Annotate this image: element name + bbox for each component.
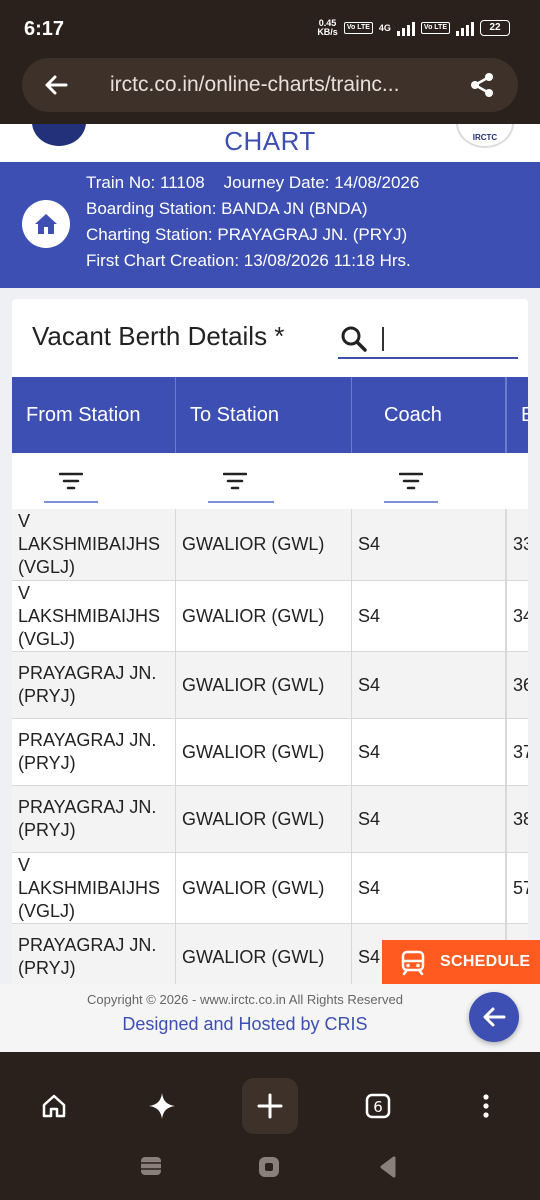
- schedule-button[interactable]: SCHEDULE: [382, 940, 540, 984]
- status-icons: 0.45 KB/s Vo LTE 4G Vo LTE 22: [317, 16, 510, 40]
- battery-icon: 22: [480, 20, 510, 36]
- cell-berth: 34: [506, 581, 528, 651]
- cell-coach: S4: [352, 652, 506, 718]
- filter-to-button[interactable]: [208, 465, 274, 503]
- home-button[interactable]: [22, 200, 70, 248]
- train-info-banner: Train No: 11108 Journey Date: 14/08/2026…: [0, 162, 540, 288]
- filter-from-button[interactable]: [44, 465, 98, 503]
- card-title: Vacant Berth Details *: [32, 321, 285, 351]
- cell-coach: S4: [352, 853, 506, 923]
- train-number-journey-date: Train No: 11108 Journey Date: 14/08/2026: [86, 173, 420, 192]
- copyright-text: Copyright © 2026 - www.irctc.co.in All R…: [87, 992, 403, 1007]
- volte-badge-2: Vo LTE: [420, 22, 450, 34]
- cell-coach: S4: [352, 581, 506, 651]
- cell-to: GWALIOR (GWL): [176, 786, 352, 852]
- cell-to: GWALIOR (GWL): [176, 652, 352, 718]
- search-icon: [341, 326, 367, 352]
- cell-coach: S4: [352, 786, 506, 852]
- filter-row: [12, 453, 528, 509]
- home-outline-icon: [42, 1094, 66, 1118]
- table-row[interactable]: V LAKSHMIBAIJHS (VGLJ) GWALIOR (GWL) S4 …: [12, 581, 528, 652]
- cell-from: PRAYAGRAJ JN. (PRYJ): [12, 786, 176, 852]
- charting-station: Charting Station: PRAYAGRAJ JN. (PRYJ): [86, 225, 408, 244]
- sparkle-icon: [149, 1093, 175, 1119]
- footer: Copyright © 2026 - www.irctc.co.in All R…: [0, 984, 540, 1052]
- train-icon: [401, 950, 425, 976]
- table-row[interactable]: PRAYAGRAJ JN. (PRYJ) GWALIOR (GWL) S4 36: [12, 652, 528, 719]
- cell-berth: 57: [506, 853, 528, 923]
- cell-from: PRAYAGRAJ JN. (PRYJ): [12, 924, 176, 990]
- volte-badge: Vo LTE: [343, 22, 373, 34]
- home-key-icon[interactable]: [258, 1156, 280, 1183]
- signal-icon-2: [456, 20, 474, 36]
- table-row[interactable]: PRAYAGRAJ JN. (PRYJ) GWALIOR (GWL) S4 38: [12, 786, 528, 853]
- cell-to: GWALIOR (GWL): [176, 581, 352, 651]
- plus-icon: [257, 1093, 283, 1119]
- tabs-count: 6: [373, 1098, 383, 1116]
- overflow-menu-button[interactable]: [458, 1078, 514, 1134]
- back-key-icon[interactable]: [378, 1156, 398, 1183]
- search-input[interactable]: [378, 323, 518, 355]
- boarding-station: Boarding Station: BANDA JN (BNDA): [86, 199, 368, 218]
- cell-from: V LAKSHMIBAIJHS (VGLJ): [12, 853, 176, 923]
- filter-icon: [59, 472, 83, 490]
- table-header: From Station To Station Coach B: [12, 377, 528, 453]
- cell-to: GWALIOR (GWL): [176, 924, 352, 990]
- hosted-by-text[interactable]: Designed and Hosted by CRIS: [0, 1014, 490, 1035]
- share-icon[interactable]: [468, 71, 496, 99]
- filter-icon: [399, 472, 423, 490]
- header-to-station[interactable]: To Station: [176, 377, 352, 453]
- filter-icon: [223, 472, 247, 490]
- cell-from: PRAYAGRAJ JN. (PRYJ): [12, 652, 176, 718]
- first-chart-creation: First Chart Creation: 13/08/2026 11:18 H…: [86, 251, 411, 270]
- signal-icon: [396, 20, 415, 36]
- network-speed: 0.45 KB/s: [317, 18, 338, 37]
- back-arrow-icon[interactable]: [42, 71, 70, 99]
- cell-from: PRAYAGRAJ JN. (PRYJ): [12, 719, 176, 785]
- cell-to: GWALIOR (GWL): [176, 853, 352, 923]
- network-type: 4G: [378, 23, 391, 33]
- table-row[interactable]: PRAYAGRAJ JN. (PRYJ) GWALIOR (GWL) S4 37: [12, 719, 528, 786]
- filter-coach-button[interactable]: [384, 465, 438, 503]
- cell-berth: 36: [506, 652, 528, 718]
- search-box[interactable]: [338, 319, 518, 359]
- browser-home-button[interactable]: [26, 1078, 82, 1134]
- clock: 6:17: [24, 18, 65, 40]
- more-vert-icon: [483, 1094, 489, 1118]
- browser-nav-bar: 6: [0, 1052, 540, 1200]
- arrow-left-icon: [483, 1007, 506, 1027]
- schedule-label: SCHEDULE: [440, 953, 531, 970]
- header-from-station[interactable]: From Station: [12, 377, 176, 453]
- tab-switcher-button[interactable]: 6: [350, 1078, 406, 1134]
- cell-to: GWALIOR (GWL): [176, 719, 352, 785]
- cell-from: V LAKSHMIBAIJHS (VGLJ): [12, 509, 176, 580]
- header-coach[interactable]: Coach: [352, 377, 506, 453]
- header-berth[interactable]: B: [506, 377, 528, 453]
- address-bar[interactable]: irctc.co.in/online-charts/trainc...: [22, 58, 518, 112]
- cell-coach: S4: [352, 719, 506, 785]
- scroll-back-button[interactable]: [469, 992, 519, 1042]
- table-row[interactable]: V LAKSHMIBAIJHS (VGLJ) GWALIOR (GWL) S4 …: [12, 509, 528, 581]
- tabs-icon: 6: [365, 1093, 391, 1119]
- web-page: IRCTC CHART Train No: 11108 Journey Date…: [0, 124, 540, 1052]
- cell-from: V LAKSHMIBAIJHS (VGLJ): [12, 581, 176, 651]
- page-title: CHART: [224, 126, 316, 156]
- url-text[interactable]: irctc.co.in/online-charts/trainc...: [110, 73, 450, 97]
- recents-key-icon[interactable]: [140, 1156, 162, 1181]
- status-bar: 6:17 0.45 KB/s Vo LTE 4G Vo LTE 22: [0, 0, 540, 56]
- text-cursor: [382, 327, 384, 351]
- home-icon: [35, 214, 57, 234]
- cell-coach: S4: [352, 509, 506, 580]
- cell-berth: 33: [506, 509, 528, 580]
- cell-berth: 37: [506, 719, 528, 785]
- table-row[interactable]: V LAKSHMIBAIJHS (VGLJ) GWALIOR (GWL) S4 …: [12, 853, 528, 924]
- ai-sparkle-button[interactable]: [134, 1078, 190, 1134]
- new-tab-button[interactable]: [242, 1078, 298, 1134]
- cell-to: GWALIOR (GWL): [176, 509, 352, 580]
- cell-berth: 38: [506, 786, 528, 852]
